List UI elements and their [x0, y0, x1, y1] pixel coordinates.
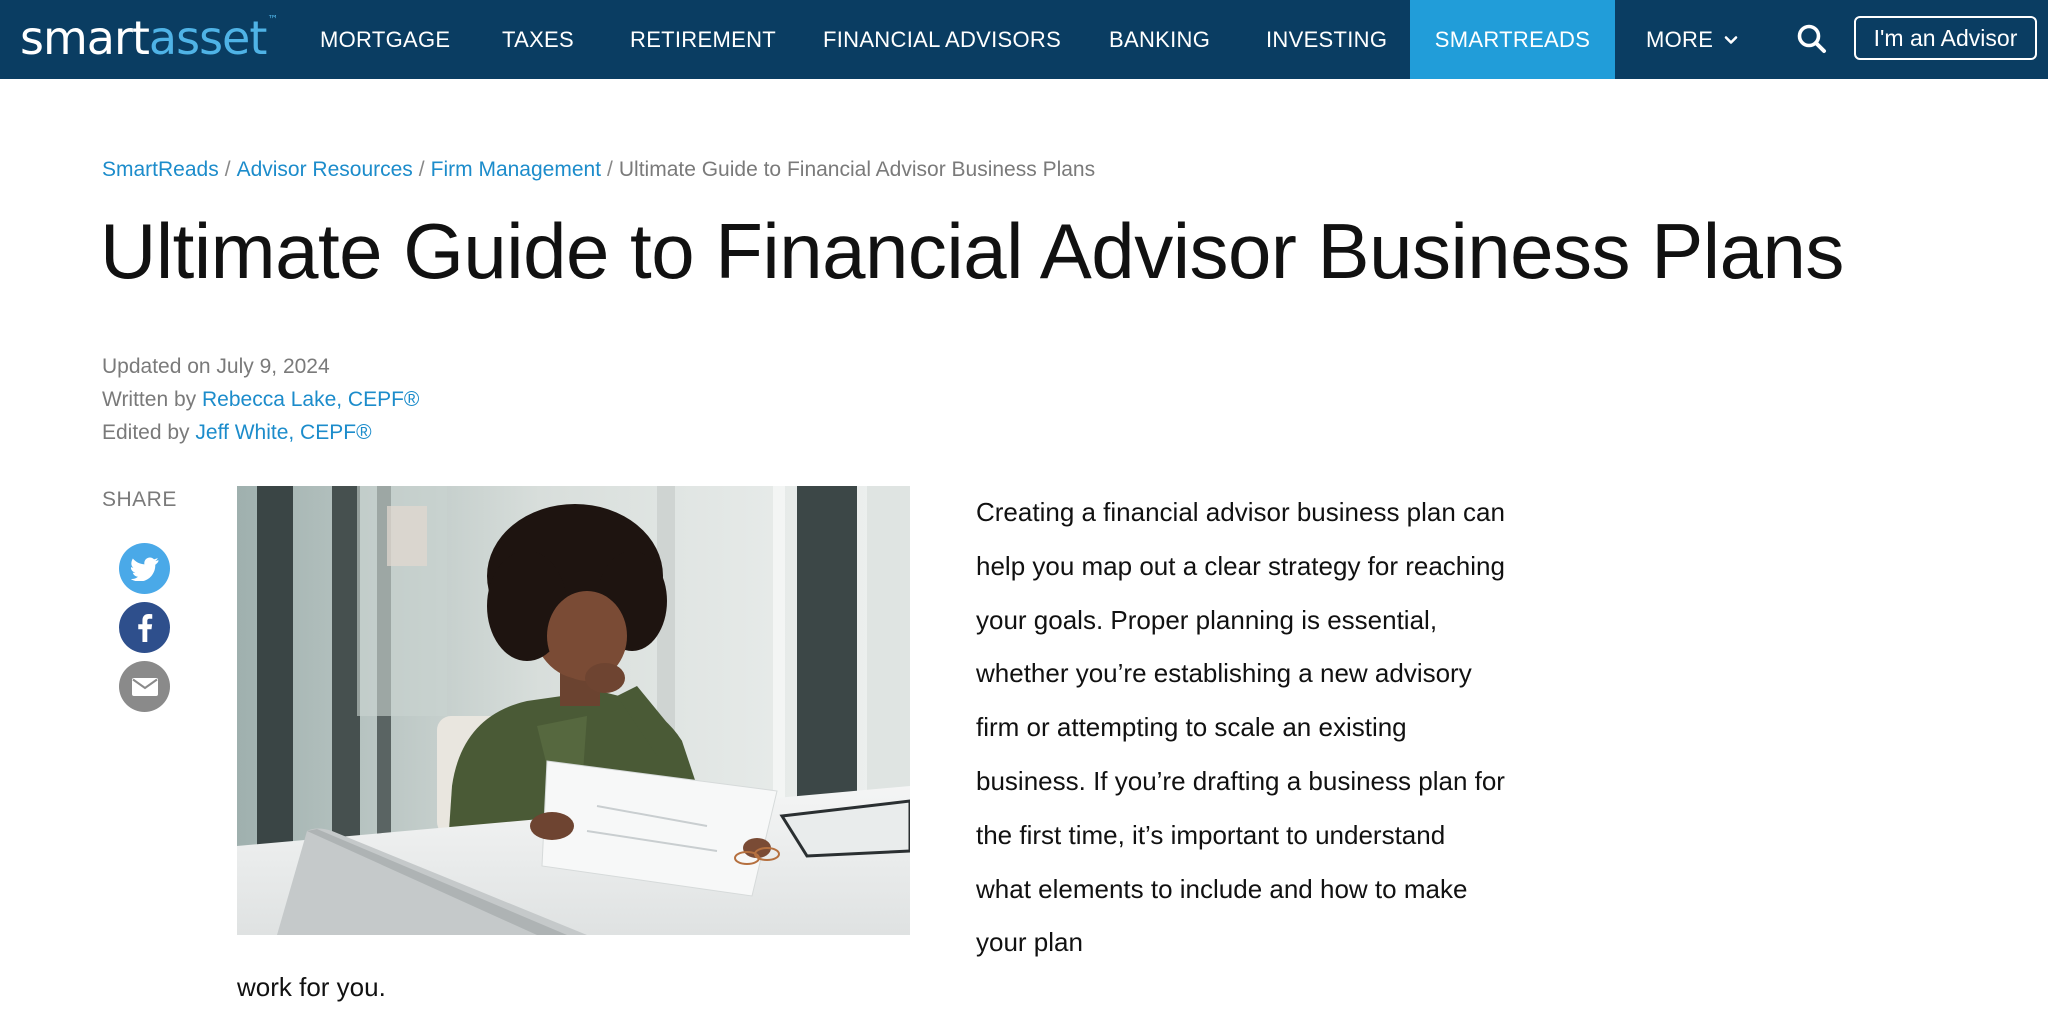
logo-asset-text: asset	[148, 11, 267, 65]
page-title: Ultimate Guide to Financial Advisor Busi…	[100, 207, 1844, 295]
smartasset-logo[interactable]: smart asset ™	[20, 10, 278, 66]
article-meta: Updated on July 9, 2024 Written by Rebec…	[102, 350, 419, 449]
nav-item-label: INVESTING	[1266, 26, 1388, 52]
nav-item-label: FINANCIAL ADVISORS	[823, 26, 1062, 52]
share-label: SHARE	[102, 488, 177, 511]
nav-item-investing[interactable]: INVESTING	[1266, 0, 1387, 79]
breadcrumb-link-firm-management[interactable]: Firm Management	[431, 158, 601, 181]
edited-by-line: Edited by Jeff White, CEPF®	[102, 416, 419, 449]
email-icon	[131, 677, 158, 696]
nav-item-taxes[interactable]: TAXES	[502, 0, 574, 79]
top-nav: smart asset ™ MORTGAGE TAXES RETIREMENT FI…	[0, 0, 2048, 79]
share-email-button[interactable]	[119, 661, 170, 712]
search-icon[interactable]	[1795, 22, 1829, 56]
nav-item-more[interactable]: MORE	[1646, 0, 1739, 79]
breadcrumb-current: Ultimate Guide to Financial Advisor Busi…	[618, 158, 1096, 181]
facebook-icon	[137, 613, 152, 642]
logo-trademark: ™	[267, 13, 278, 26]
article-intro-tail: work for you.	[237, 972, 386, 1002]
article-intro-paragraph: Creating a financial advisor business pl…	[976, 497, 1505, 958]
author-link[interactable]: Rebecca Lake, CEPF®	[202, 388, 419, 411]
nav-item-label: TAXES	[502, 26, 575, 52]
nav-item-retirement[interactable]: RETIREMENT	[630, 0, 776, 79]
written-by-line: Written by Rebecca Lake, CEPF®	[102, 383, 419, 416]
nav-item-label: SMARTREADS	[1434, 26, 1591, 52]
editor-link[interactable]: Jeff White, CEPF®	[195, 421, 371, 444]
chevron-down-icon	[1724, 35, 1738, 44]
share-facebook-button[interactable]	[119, 602, 170, 653]
im-an-advisor-button[interactable]: I'm an Advisor	[1854, 16, 2037, 60]
nav-item-mortgage[interactable]: MORTGAGE	[320, 0, 450, 79]
nav-item-smartreads[interactable]: SMARTREADS	[1410, 0, 1615, 79]
breadcrumb-link-smartreads[interactable]: SmartReads	[102, 158, 219, 181]
breadcrumb-separator: /	[224, 158, 231, 181]
logo-smart-text: smart	[20, 11, 150, 65]
nav-item-label: MORTGAGE	[320, 26, 451, 52]
nav-item-label: RETIREMENT	[630, 26, 776, 52]
nav-item-label: BANKING	[1109, 26, 1211, 52]
share-twitter-button[interactable]	[119, 543, 170, 594]
breadcrumb-separator: /	[607, 158, 613, 181]
twitter-icon	[130, 556, 159, 581]
edited-by-label: Edited by	[102, 421, 190, 444]
nav-item-label: MORE	[1646, 26, 1714, 52]
written-by-label: Written by	[102, 388, 197, 411]
woman-reading-document-photo	[237, 486, 910, 935]
breadcrumb-link-advisor-resources[interactable]: Advisor Resources	[237, 158, 413, 181]
nav-item-financial-advisors[interactable]: FINANCIAL ADVISORS	[823, 0, 1061, 79]
hero-image	[237, 486, 910, 935]
breadcrumb: SmartReads / Advisor Resources / Firm Manage…	[102, 158, 1095, 182]
nav-item-banking[interactable]: BANKING	[1109, 0, 1210, 79]
breadcrumb-separator: /	[418, 158, 425, 181]
updated-date: Updated on July 9, 2024	[102, 355, 330, 378]
